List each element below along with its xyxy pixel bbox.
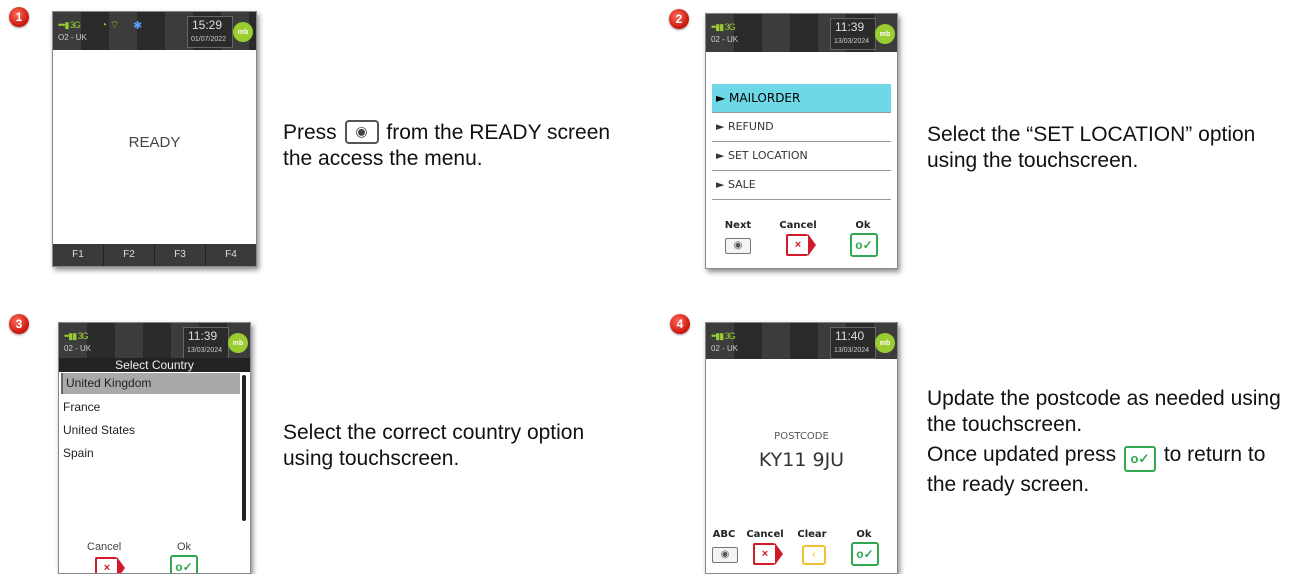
clear-key-icon[interactable]: ‹ bbox=[802, 545, 826, 565]
menu-item-label: REFUND bbox=[727, 120, 774, 133]
ready-status: READY bbox=[128, 134, 181, 151]
fkey-f3[interactable]: F3 bbox=[155, 244, 206, 266]
status-bar: ••▮▮ 3G 02 - UK 11:39 13/03/2024 mb bbox=[706, 14, 897, 52]
ok-label: Ok bbox=[856, 529, 872, 540]
ok-label: Ok bbox=[855, 220, 871, 231]
menu-item-refund[interactable]: ► REFUND bbox=[712, 113, 891, 142]
clock-time: 11:39 bbox=[835, 20, 865, 34]
ok-key-icon[interactable]: o✓ bbox=[850, 233, 878, 257]
clock-date: 13/03/2024 bbox=[187, 347, 223, 354]
carrier-label: 02 - UK bbox=[711, 344, 739, 353]
cancel-label: Cancel bbox=[87, 541, 122, 553]
carrier-label: 02 - UK bbox=[64, 344, 92, 353]
instruction-4-before: Once updated press bbox=[927, 443, 1117, 466]
clock-date: 01/07/2022 bbox=[191, 36, 227, 43]
ok-key-icon[interactable]: o✓ bbox=[851, 542, 879, 566]
step-badge-3: 3 bbox=[9, 314, 29, 334]
fkey-bar: F1 F2 F3 F4 bbox=[53, 244, 256, 266]
bluetooth-icon: ✱ bbox=[133, 20, 143, 32]
cancel-key-icon[interactable]: × bbox=[95, 557, 125, 573]
fkey-f4[interactable]: F4 bbox=[206, 244, 256, 266]
signal-icon: ••▮▮ 3G bbox=[711, 331, 736, 341]
instruction-2: Select the “SET LOCATION” option using t… bbox=[927, 123, 1256, 172]
clock-date: 13/03/2024 bbox=[834, 38, 870, 45]
brand-logo: mb bbox=[875, 24, 895, 44]
ok-key-inline-icon: o✓ bbox=[1123, 446, 1156, 472]
terminal-screen-3: ••▮▮ 3G 02 - UK 11:39 13/03/2024 mb Sele… bbox=[58, 322, 251, 574]
step-badge-1: 1 bbox=[9, 7, 29, 27]
scrollbar[interactable] bbox=[242, 375, 246, 521]
clock-time: 11:39 bbox=[188, 329, 218, 343]
clock: 11:39 13/03/2024 bbox=[183, 327, 229, 359]
clock-date: 13/03/2024 bbox=[834, 347, 870, 354]
cancel-key-icon[interactable]: × bbox=[753, 543, 783, 565]
step-badge-4: 4 bbox=[670, 314, 690, 334]
instruction-4: Update the postcode as needed using the … bbox=[927, 386, 1287, 498]
network-label: 3G bbox=[724, 22, 736, 32]
brand-logo: mb bbox=[228, 333, 248, 353]
menu-key-icon: ◉ bbox=[344, 120, 379, 144]
terminal-screen-4: ••▮▮ 3G 02 - UK 11:40 13/03/2024 mb POST… bbox=[705, 322, 898, 574]
terminal-screen-1: •••▮ 3G ◔ ⌔ ✱ O2 - UK 15:29 01/07/2022 m… bbox=[52, 11, 257, 267]
ok-key-icon[interactable]: o✓ bbox=[170, 555, 198, 573]
menu-item-set-location[interactable]: ► SET LOCATION bbox=[712, 142, 891, 171]
signal-icon: ••▮▮ 3G bbox=[64, 331, 89, 341]
cancel-label: Cancel bbox=[779, 220, 817, 231]
country-heading: Select Country bbox=[59, 358, 250, 372]
country-item-united-states[interactable]: United States bbox=[63, 423, 135, 437]
brand-logo: mb bbox=[875, 333, 895, 353]
step-badge-2: 2 bbox=[669, 9, 689, 29]
menu-item-label: MAILORDER bbox=[729, 91, 801, 105]
abc-label: ABC bbox=[712, 529, 736, 540]
menu-item-sale[interactable]: ► SALE bbox=[712, 171, 891, 200]
instruction-1-before: Press bbox=[283, 121, 337, 144]
ok-label: Ok bbox=[177, 541, 192, 553]
carrier-label: 02 - UK bbox=[711, 35, 739, 44]
menu-item-label: SALE bbox=[727, 178, 756, 191]
fkey-f1[interactable]: F1 bbox=[53, 244, 104, 266]
clock: 15:29 01/07/2022 bbox=[187, 16, 233, 48]
brand-logo: mb bbox=[233, 22, 253, 42]
instruction-1: Press ◉ from the READY screen the access… bbox=[283, 120, 633, 172]
menu-item-mailorder[interactable]: ► MAILORDER bbox=[712, 84, 891, 113]
network-label: 3G bbox=[724, 331, 736, 341]
postcode-value[interactable]: KY11 9JU bbox=[706, 449, 897, 471]
postcode-label: POSTCODE bbox=[774, 431, 829, 442]
signal-icon: •••▮ 3G bbox=[58, 20, 81, 30]
menu-item-label: SET LOCATION bbox=[727, 149, 808, 162]
status-bar: •••▮ 3G ◔ ⌔ ✱ O2 - UK 15:29 01/07/2022 m… bbox=[53, 12, 256, 50]
country-item-spain[interactable]: Spain bbox=[63, 446, 94, 460]
wifi-icon: ◔ ⌔ bbox=[101, 20, 120, 31]
carrier-label: O2 - UK bbox=[58, 33, 87, 42]
status-bar: ••▮▮ 3G 02 - UK 11:40 13/03/2024 mb bbox=[706, 323, 897, 359]
instruction-4-line1: Update the postcode as needed using the … bbox=[927, 387, 1281, 436]
country-item-united-kingdom[interactable]: United Kingdom bbox=[61, 373, 240, 394]
clock-time: 15:29 bbox=[192, 18, 223, 32]
terminal-screen-2: ••▮▮ 3G 02 - UK 11:39 13/03/2024 mb ► MA… bbox=[705, 13, 898, 269]
signal-icon: ••▮▮ 3G bbox=[711, 22, 736, 32]
instruction-3: Select the correct country option using … bbox=[283, 421, 585, 470]
country-item-france[interactable]: France bbox=[63, 400, 100, 414]
cancel-key-icon[interactable]: × bbox=[786, 234, 816, 256]
network-label: 3G bbox=[77, 331, 89, 341]
clock: 11:40 13/03/2024 bbox=[830, 327, 876, 359]
clear-label: Clear bbox=[797, 529, 827, 540]
fkey-f2[interactable]: F2 bbox=[104, 244, 155, 266]
next-label: Next bbox=[724, 220, 752, 231]
next-key-icon[interactable]: ◉ bbox=[725, 238, 751, 254]
abc-key-icon[interactable]: ◉ bbox=[712, 547, 738, 563]
cancel-label: Cancel bbox=[746, 529, 784, 540]
clock-time: 11:40 bbox=[835, 329, 865, 343]
network-label: 3G bbox=[69, 20, 81, 30]
instruction-4-line2: Once updated press o✓ to return to the r… bbox=[927, 442, 1287, 498]
clock: 11:39 13/03/2024 bbox=[830, 18, 876, 50]
status-bar: ••▮▮ 3G 02 - UK 11:39 13/03/2024 mb bbox=[59, 323, 250, 359]
